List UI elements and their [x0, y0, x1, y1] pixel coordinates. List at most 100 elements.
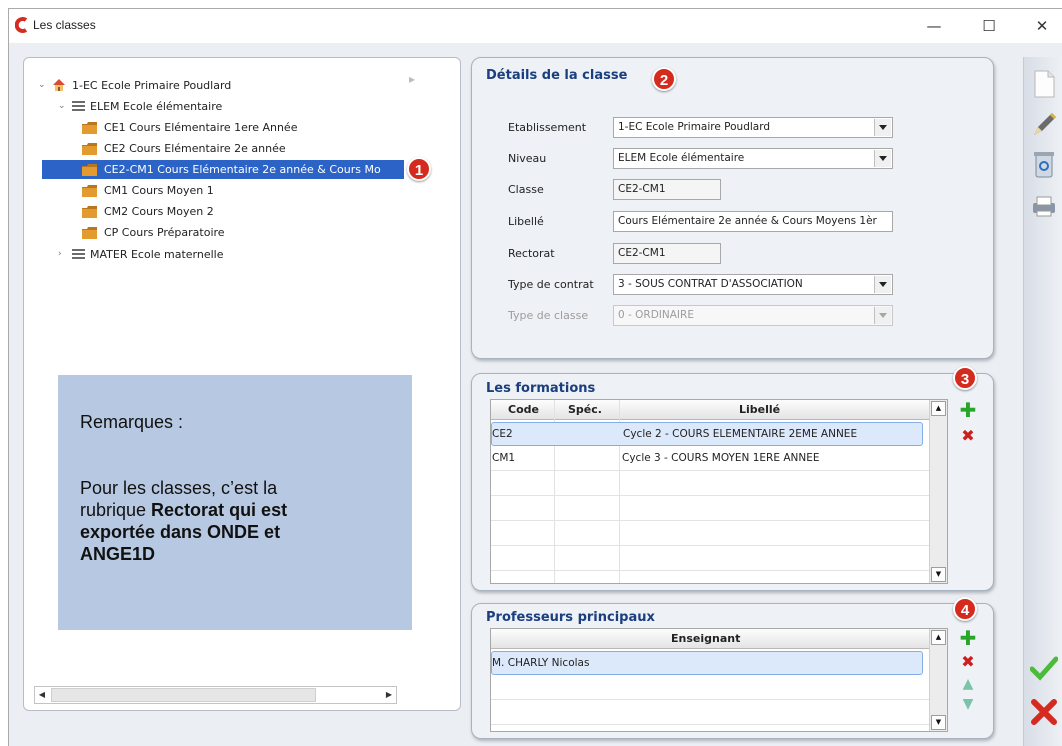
- edit-pen-icon[interactable]: [1030, 109, 1058, 139]
- add-professeur-button[interactable]: ✚: [959, 628, 977, 648]
- scroll-left-arrow-icon[interactable]: ◀: [35, 687, 49, 703]
- right-toolbar: [1023, 57, 1062, 746]
- etablissement-select[interactable]: 1-EC Ecole Primaire Poudlard: [613, 117, 893, 138]
- libelle-field[interactable]: Cours Elémentaire 2e année & Cours Moyen…: [613, 211, 893, 232]
- dropdown-arrow-icon: [874, 307, 891, 324]
- tree-node-root[interactable]: ⌄ 1-EC Ecole Primaire Poudlard: [38, 76, 398, 95]
- classes-window: Les classes — ☐ ✕ ▸ ⌄ 1-EC Ecole Primair…: [8, 8, 1062, 746]
- tree-node-class[interactable]: CP Cours Préparatoire: [82, 223, 402, 242]
- scroll-down-arrow-icon[interactable]: ▼: [931, 715, 946, 730]
- tree-label-class: CP Cours Préparatoire: [104, 226, 225, 239]
- collapse-chevron-icon[interactable]: ⌄: [58, 97, 68, 116]
- move-up-arrow-icon[interactable]: ▲: [959, 675, 977, 693]
- remove-professeur-button[interactable]: ✖: [959, 653, 977, 671]
- tree-node-mater[interactable]: › MATER Ecole maternelle: [58, 245, 398, 264]
- formations-grid[interactable]: Code Spéc. Libellé CE2 Cycle 2 - COURS E…: [490, 399, 948, 584]
- tree-scroll-hint: ▸: [409, 72, 416, 86]
- list-lines-icon: [72, 101, 85, 112]
- professeurs-vertical-scrollbar[interactable]: ▲ ▼: [929, 629, 947, 731]
- window-client: ▸ ⌄ 1-EC Ecole Primaire Poudlard ⌄ ELEM …: [9, 43, 1062, 746]
- remark-bold-text: Rectorat qui est: [151, 500, 288, 520]
- table-row-empty[interactable]: [491, 472, 931, 496]
- scroll-up-arrow-icon[interactable]: ▲: [931, 630, 946, 645]
- professeurs-group: Professeurs principaux Enseignant M. CHA…: [471, 603, 994, 739]
- new-document-icon[interactable]: [1030, 69, 1058, 99]
- table-row[interactable]: CE2 Cycle 2 - COURS ELEMENTAIRE 2EME ANN…: [491, 422, 923, 446]
- folder-icon: [82, 122, 97, 134]
- tree-label-elem: ELEM Ecole élémentaire: [90, 100, 223, 113]
- remark-text: rubrique: [80, 500, 152, 520]
- tree-horizontal-scrollbar[interactable]: ◀ ▶: [34, 686, 397, 704]
- table-row-empty[interactable]: [491, 547, 931, 571]
- tree-label-mater: MATER Ecole maternelle: [90, 248, 224, 261]
- callout-badge-2: 2: [652, 67, 676, 91]
- dropdown-arrow-icon[interactable]: [874, 276, 891, 293]
- table-row[interactable]: M. CHARLY Nicolas: [491, 651, 923, 675]
- tree-node-class[interactable]: CM2 Cours Moyen 2: [82, 202, 402, 221]
- table-row-empty[interactable]: [491, 497, 931, 521]
- scroll-down-arrow-icon[interactable]: ▼: [931, 567, 946, 582]
- table-row-empty[interactable]: [491, 701, 931, 725]
- etablissement-label: Etablissement: [508, 121, 587, 134]
- classe-label: Classe: [508, 183, 544, 196]
- printer-icon[interactable]: [1030, 191, 1058, 221]
- tree-node-class[interactable]: CE2 Cours Elémentaire 2e année: [82, 139, 402, 158]
- callout-badge-3: 3: [953, 366, 977, 390]
- remark-bold-line: exportée dans ONDE et: [80, 522, 281, 542]
- window-title: Les classes: [33, 18, 96, 32]
- col-header-libelle[interactable]: Libellé: [739, 403, 780, 416]
- col-header-spec[interactable]: Spéc.: [568, 403, 602, 416]
- remark-line: rubrique Rectorat qui est: [80, 499, 287, 521]
- tree-label-class: CM2 Cours Moyen 2: [104, 205, 214, 218]
- tree-node-elem[interactable]: ⌄ ELEM Ecole élémentaire: [58, 97, 398, 116]
- rectorat-field[interactable]: CE2-CM1: [613, 243, 721, 264]
- contrat-value: 3 - SOUS CONTRAT D'ASSOCIATION: [618, 278, 803, 290]
- table-row[interactable]: CM1 Cycle 3 - COURS MOYEN 1ERE ANNEE: [491, 447, 931, 471]
- table-row-empty[interactable]: [491, 676, 931, 700]
- dropdown-arrow-icon[interactable]: [874, 119, 891, 136]
- maximize-button[interactable]: ☐: [974, 15, 1004, 37]
- niveau-select[interactable]: ELEM Ecole élémentaire: [613, 148, 893, 169]
- classe-field[interactable]: CE2-CM1: [613, 179, 721, 200]
- app-logo-icon: [15, 17, 28, 33]
- scroll-up-arrow-icon[interactable]: ▲: [931, 401, 946, 416]
- class-tree-panel[interactable]: ▸ ⌄ 1-EC Ecole Primaire Poudlard ⌄ ELEM …: [23, 57, 461, 711]
- formations-group: Les formations Code Spéc. Libellé CE2 Cy…: [471, 373, 994, 591]
- col-header-enseignant[interactable]: Enseignant: [671, 632, 740, 645]
- col-header-code[interactable]: Code: [508, 403, 539, 416]
- minimize-button[interactable]: —: [919, 15, 949, 37]
- tree-node-class[interactable]: CM1 Cours Moyen 1: [82, 181, 402, 200]
- move-down-arrow-icon[interactable]: ▼: [959, 695, 977, 713]
- validate-check-icon[interactable]: [1030, 653, 1058, 683]
- typeclasse-select: 0 - ORDINAIRE: [613, 305, 893, 326]
- scroll-thumb[interactable]: [51, 688, 316, 702]
- cell-code: CE2: [492, 428, 513, 440]
- title-bar: Les classes — ☐ ✕: [9, 9, 1062, 43]
- expand-chevron-icon[interactable]: ›: [58, 245, 68, 264]
- dropdown-arrow-icon[interactable]: [874, 150, 891, 167]
- formations-title: Les formations: [486, 381, 596, 396]
- add-formation-button[interactable]: ✚: [959, 400, 977, 420]
- folder-icon: [82, 185, 97, 197]
- cancel-cross-icon[interactable]: [1030, 697, 1058, 727]
- tree-label-class: CE2-CM1 Cours Elémentaire 2e année & Cou…: [104, 163, 381, 176]
- close-button[interactable]: ✕: [1027, 15, 1057, 37]
- trash-icon[interactable]: [1030, 149, 1058, 179]
- typeclasse-value: 0 - ORDINAIRE: [618, 309, 694, 321]
- remark-bold-line: ANGE1D: [80, 544, 156, 564]
- professeurs-grid[interactable]: Enseignant M. CHARLY Nicolas ▲ ▼: [490, 628, 948, 732]
- typeclasse-label: Type de classe: [508, 309, 589, 322]
- contrat-select[interactable]: 3 - SOUS CONTRAT D'ASSOCIATION: [613, 274, 893, 295]
- tree-node-class-selected[interactable]: CE2-CM1 Cours Elémentaire 2e année & Cou…: [42, 160, 404, 179]
- home-icon: [53, 79, 65, 91]
- remove-formation-button[interactable]: ✖: [959, 427, 977, 445]
- collapse-chevron-icon[interactable]: ⌄: [38, 76, 48, 95]
- table-row-empty[interactable]: [491, 522, 931, 546]
- formations-vertical-scrollbar[interactable]: ▲ ▼: [929, 400, 947, 583]
- remark-line: Pour les classes, c’est la: [80, 478, 278, 498]
- cropped-caption-strip: [0, 0, 1062, 8]
- tree-node-class[interactable]: CE1 Cours Elémentaire 1ere Année: [82, 118, 402, 137]
- cell-libelle: Cycle 3 - COURS MOYEN 1ERE ANNEE: [622, 452, 820, 464]
- scroll-right-arrow-icon[interactable]: ▶: [382, 687, 396, 703]
- libelle-label: Libellé: [508, 215, 544, 228]
